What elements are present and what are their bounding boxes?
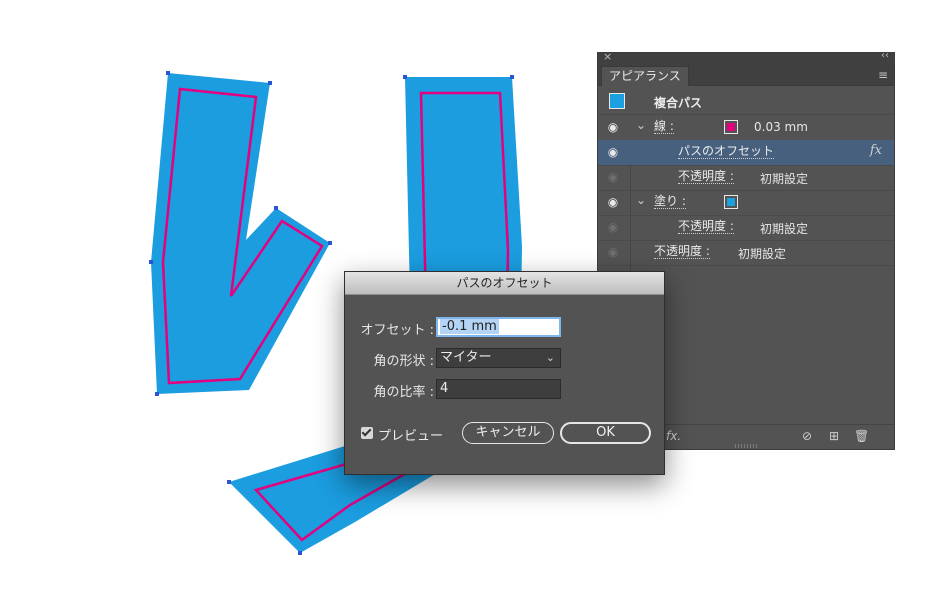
stroke-weight-value[interactable]: 0.03 mm bbox=[754, 120, 808, 134]
chevron-down-icon[interactable]: ⌄ bbox=[636, 193, 646, 207]
object-opacity-value: 初期設定 bbox=[738, 247, 787, 261]
ok-button[interactable]: OK bbox=[560, 422, 651, 444]
clear-appearance-icon[interactable]: ⊘ bbox=[802, 429, 812, 443]
visibility-eye-icon[interactable]: ◉ bbox=[606, 120, 620, 134]
miter-limit-label: 角の比率 : bbox=[373, 385, 434, 400]
row-offset-path-effect[interactable]: ◉ パスのオフセット fx bbox=[598, 140, 894, 166]
offset-path-dialog: パスのオフセット オフセット : -0.1 mm 角の形状 : マイター ⌄ 角… bbox=[344, 271, 665, 475]
stroke-opacity-label[interactable]: 不透明度 : bbox=[678, 170, 734, 184]
offset-value: -0.1 mm bbox=[440, 319, 499, 334]
row-object-title[interactable]: 複合パス bbox=[598, 89, 894, 115]
stroke-swatch[interactable] bbox=[724, 120, 738, 134]
miter-limit-value: 4 bbox=[440, 381, 449, 396]
add-effect-button[interactable]: fx. bbox=[666, 429, 681, 443]
row-stroke[interactable]: ◉ ⌄ 線 : 0.03 mm bbox=[598, 115, 894, 141]
join-label: 角の形状 : bbox=[373, 354, 434, 369]
object-title: 複合パス bbox=[654, 96, 703, 110]
visibility-eye-icon[interactable]: ◉ bbox=[606, 145, 620, 159]
miter-limit-input[interactable]: 4 bbox=[436, 379, 561, 399]
row-fill[interactable]: ◉ ⌄ 塗り : bbox=[598, 190, 894, 216]
panel-menu-icon[interactable]: ≡ bbox=[878, 68, 888, 82]
offset-input[interactable]: -0.1 mm bbox=[436, 317, 561, 337]
preview-label[interactable]: プレビュー bbox=[378, 425, 443, 444]
fill-swatch[interactable] bbox=[724, 195, 738, 209]
visibility-eye-icon[interactable]: ◉ bbox=[606, 220, 620, 234]
offset-label: オフセット : bbox=[360, 323, 434, 338]
fx-icon[interactable]: fx bbox=[870, 143, 882, 158]
row-object-opacity[interactable]: ◉ 不透明度 : 初期設定 bbox=[598, 240, 894, 266]
join-select[interactable]: マイター ⌄ bbox=[436, 348, 561, 368]
cancel-button[interactable]: キャンセル bbox=[462, 422, 554, 444]
fill-opacity-value: 初期設定 bbox=[760, 222, 809, 236]
dialog-title: パスのオフセット bbox=[345, 272, 664, 295]
collapse-icon[interactable]: ‹‹ bbox=[881, 50, 889, 61]
row-fill-opacity[interactable]: ◉ 不透明度 : 初期設定 bbox=[598, 215, 894, 241]
fill-opacity-label[interactable]: 不透明度 : bbox=[678, 220, 734, 234]
chevron-down-icon: ⌄ bbox=[545, 351, 555, 364]
row-stroke-opacity[interactable]: ◉ 不透明度 : 初期設定 bbox=[598, 165, 894, 191]
close-icon[interactable]: × bbox=[603, 50, 612, 63]
object-opacity-label[interactable]: 不透明度 : bbox=[654, 245, 710, 259]
resize-grip[interactable] bbox=[735, 444, 757, 448]
chevron-down-icon[interactable]: ⌄ bbox=[636, 118, 646, 132]
visibility-eye-icon[interactable]: ◉ bbox=[606, 195, 620, 209]
join-value: マイター bbox=[440, 350, 492, 365]
offset-path-effect-link[interactable]: パスのオフセット bbox=[678, 145, 775, 159]
panel-titlebar: × ‹‹ bbox=[598, 50, 894, 65]
object-thumbnail bbox=[609, 93, 625, 109]
preview-checkbox[interactable] bbox=[361, 427, 373, 439]
fill-label[interactable]: 塗り : bbox=[654, 195, 686, 209]
duplicate-item-icon[interactable]: ⊞ bbox=[829, 429, 839, 443]
trash-icon[interactable]: 🗑 bbox=[854, 429, 869, 443]
stroke-label[interactable]: 線 : bbox=[654, 120, 674, 134]
visibility-eye-icon[interactable]: ◉ bbox=[606, 245, 620, 259]
visibility-eye-icon[interactable]: ◉ bbox=[606, 170, 620, 184]
tab-appearance[interactable]: アピアランス bbox=[601, 66, 689, 86]
panel-tabbar: アピアランス ≡ bbox=[598, 65, 894, 86]
stroke-opacity-value: 初期設定 bbox=[760, 172, 809, 186]
